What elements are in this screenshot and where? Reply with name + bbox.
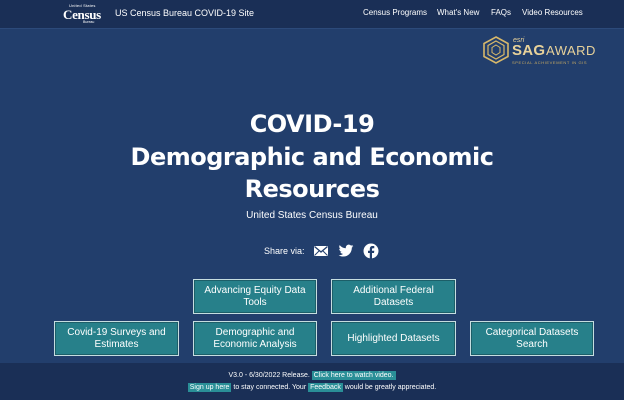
award-name: SAG bbox=[512, 42, 546, 59]
watch-video-link[interactable]: Click here to watch video. bbox=[311, 371, 396, 380]
hero-title-line-2: Demographic and Economic bbox=[130, 143, 494, 171]
nav-faqs[interactable]: FAQs bbox=[491, 8, 511, 17]
award-subtitle: SPECIAL ACHIEVEMENT IN GIS bbox=[512, 60, 588, 65]
facebook-icon[interactable] bbox=[363, 243, 379, 259]
feedback-text: would be greatly appreciated. bbox=[342, 384, 437, 391]
footer-release-line: V3.0 - 6/30/2022 Release. Click here to … bbox=[0, 371, 624, 380]
footer: V3.0 - 6/30/2022 Release. Click here to … bbox=[0, 363, 624, 400]
award-suffix: AWARD bbox=[546, 43, 596, 58]
logo-bottom-text: Bureau bbox=[83, 20, 95, 24]
esri-sag-award-badge: esri SAG AWARD SPECIAL ACHIEVEMENT IN GI… bbox=[483, 36, 598, 66]
footer-signup-line: Sign up here to stay connected. Your Fee… bbox=[0, 383, 624, 392]
highlighted-datasets-button[interactable]: Highlighted Datasets bbox=[331, 321, 456, 356]
covid19-surveys-estimates-button[interactable]: Covid-19 Surveys and Estimates bbox=[54, 321, 179, 356]
nav-video-resources[interactable]: Video Resources bbox=[522, 8, 583, 17]
nav-census-programs[interactable]: Census Programs bbox=[363, 8, 427, 17]
demographic-economic-analysis-button[interactable]: Demographic and Economic Analysis bbox=[193, 321, 317, 356]
signup-text: to stay connected. Your bbox=[231, 384, 309, 391]
categorical-datasets-search-button[interactable]: Categorical Datasets Search bbox=[470, 321, 594, 356]
email-icon[interactable] bbox=[313, 243, 329, 259]
share-row: Share via: bbox=[264, 243, 388, 259]
share-label: Share via: bbox=[264, 246, 305, 256]
nav-whats-new[interactable]: What's New bbox=[437, 8, 479, 17]
logo-main-text: Census bbox=[63, 7, 101, 22]
signup-link[interactable]: Sign up here bbox=[187, 383, 232, 392]
award-hexagon-icon bbox=[483, 36, 509, 64]
hero-title-line-1: COVID-19 bbox=[249, 110, 375, 138]
top-navigation-bar: United States Census Bureau US Census Bu… bbox=[0, 0, 624, 29]
release-text: V3.0 - 6/30/2022 Release. bbox=[228, 372, 310, 379]
census-logo[interactable]: United States Census Bureau bbox=[63, 3, 101, 25]
site-title-link[interactable]: US Census Bureau COVID-19 Site bbox=[115, 8, 254, 18]
advancing-equity-data-tools-button[interactable]: Advancing Equity Data Tools bbox=[193, 279, 317, 314]
twitter-icon[interactable] bbox=[338, 243, 354, 259]
hero-title-line-3: Resources bbox=[244, 175, 380, 203]
feedback-link[interactable]: Feedback bbox=[308, 383, 343, 392]
hero-subtitle: United States Census Bureau bbox=[246, 210, 378, 221]
additional-federal-datasets-button[interactable]: Additional Federal Datasets bbox=[331, 279, 456, 314]
